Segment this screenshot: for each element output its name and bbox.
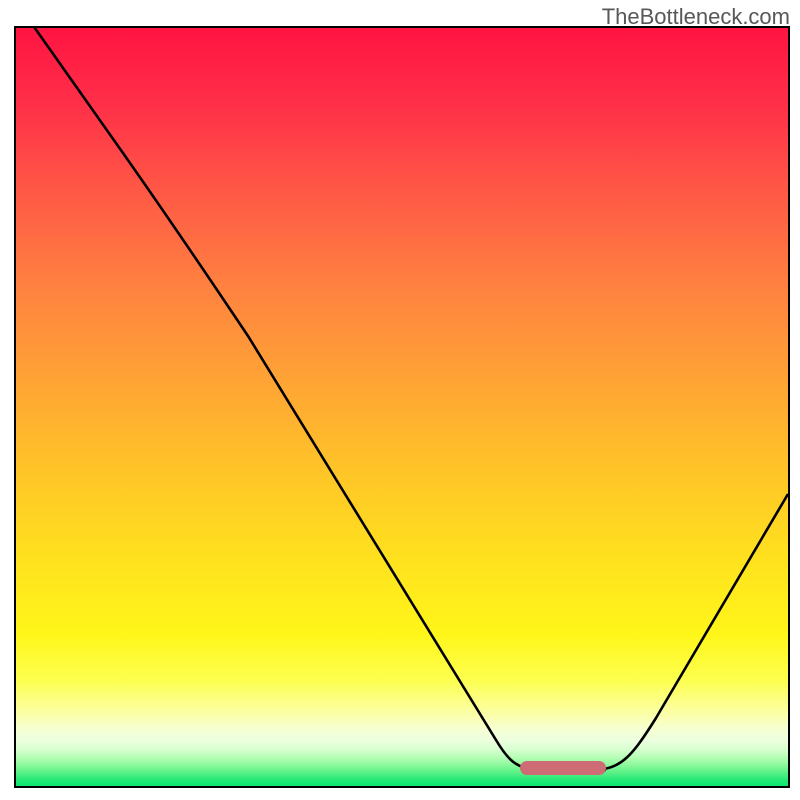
bottleneck-curve (16, 28, 788, 786)
chart-container: TheBottleneck.com (0, 0, 800, 800)
plot-area (14, 26, 790, 788)
optimal-marker (520, 761, 606, 775)
watermark-text: TheBottleneck.com (602, 4, 790, 30)
